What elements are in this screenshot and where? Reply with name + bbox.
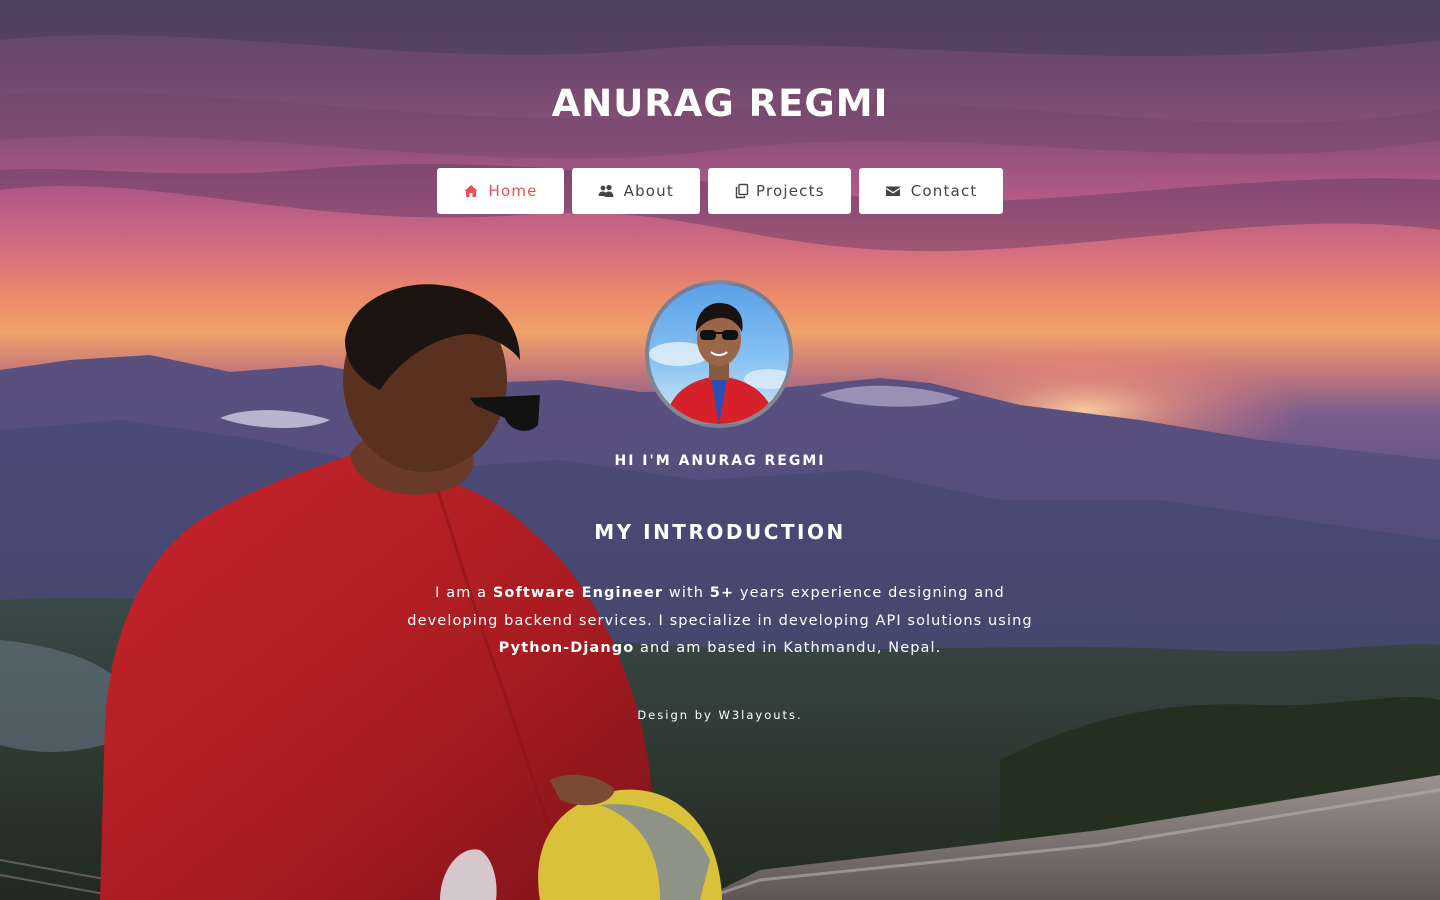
main-nav: Home About Projects Contact [0,168,1440,214]
nav-projects-label: Projects [755,182,825,200]
envelope-icon [885,183,901,199]
introduction-paragraph: I am a Software Engineer with 5+ years e… [395,580,1045,663]
site-title: ANURAG REGMI [551,82,889,125]
profile-avatar [645,280,793,428]
credit-prefix: Design by [637,708,719,722]
intro-tech: Python-Django [498,640,635,656]
nav-contact-button[interactable]: Contact [858,168,1004,214]
intro-role: Software Engineer [492,585,664,601]
intro-text-1: I am a [435,585,493,601]
credit-suffix: . [797,708,803,722]
copy-icon [734,183,750,199]
introduction-heading: MY INTRODUCTION [594,520,846,544]
nav-projects-button[interactable]: Projects [707,168,851,214]
greeting-heading: HI I'M ANURAG REGMI [614,453,826,469]
background-photo [0,0,1440,900]
avatar-photo [649,302,789,424]
intro-text-2: with [663,585,710,601]
landscape-illustration [0,0,1440,900]
nav-about-label: About [623,182,674,200]
nav-home-label: Home [488,182,538,200]
home-icon [463,183,479,199]
nav-home-button[interactable]: Home [436,168,564,214]
users-icon [598,183,614,199]
footer-credit: Design by W3layouts. [0,708,1440,722]
nav-contact-label: Contact [910,182,978,200]
nav-about-button[interactable]: About [571,168,700,214]
intro-years: 5+ [709,585,735,601]
credit-link[interactable]: W3layouts [718,708,797,722]
intro-text-4: and am based in Kathmandu, Nepal. [634,640,942,656]
